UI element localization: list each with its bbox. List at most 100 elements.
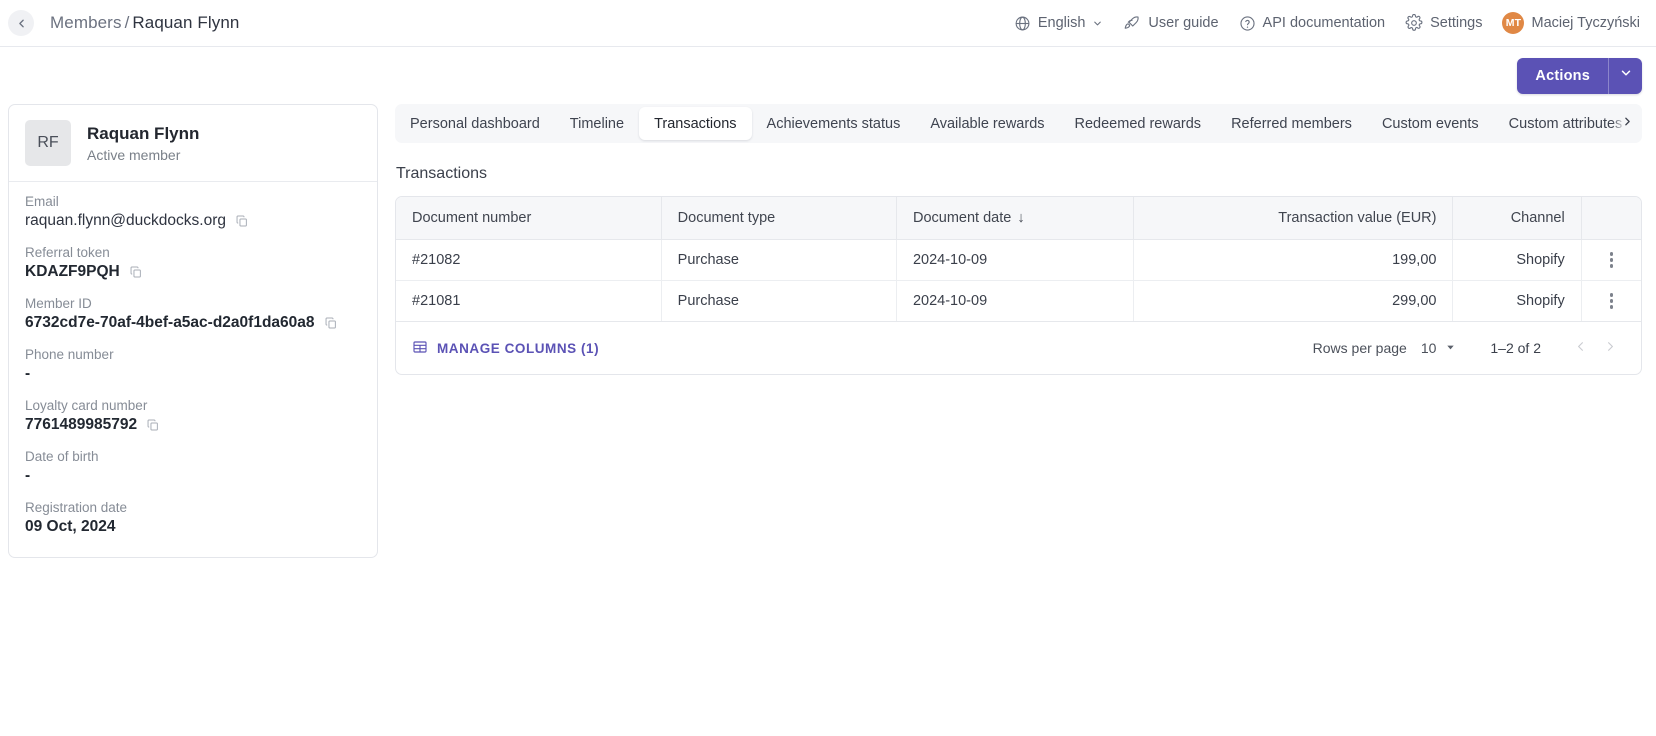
user-name: Maciej Tyczyński (1531, 15, 1640, 31)
language-label: English (1037, 14, 1086, 31)
field-value-row: - (25, 466, 361, 487)
page-body: RF Raquan Flynn Active member Email raqu… (0, 104, 1656, 559)
field-value-row: KDAZF9PQH (25, 262, 361, 283)
breadcrumb-parent[interactable]: Members (50, 13, 122, 32)
column-header-transaction-value[interactable]: Transaction value (EUR) (1133, 197, 1454, 240)
tab-personal-dashboard[interactable]: Personal dashboard (395, 107, 555, 140)
user-guide-link[interactable]: User guide (1113, 8, 1228, 38)
breadcrumb-current: Raquan Flynn (132, 13, 240, 32)
breadcrumb: Members / Raquan Flynn (50, 13, 239, 33)
rows-per-page-value: 10 (1420, 340, 1437, 356)
actions-dropdown-toggle[interactable] (1608, 57, 1642, 94)
column-header-actions (1581, 197, 1641, 240)
field-value: - (25, 364, 31, 382)
column-header-document-type[interactable]: Document type (661, 197, 897, 240)
field-value: 6732cd7e-70af-4bef-a5ac-d2a0f1da60a8 (25, 313, 315, 331)
gear-icon (1405, 14, 1423, 32)
user-menu[interactable]: MT Maciej Tyczyński (1492, 8, 1642, 38)
manage-columns-label: MANAGE COLUMNS (1) (437, 340, 600, 356)
breadcrumb-separator: / (124, 13, 130, 32)
cell-document-date: 2024-10-09 (896, 280, 1134, 322)
tab-redeemed-rewards[interactable]: Redeemed rewards (1060, 107, 1217, 140)
rows-per-page-label: Rows per page (1312, 340, 1407, 356)
cell-channel: Shopify (1452, 239, 1582, 281)
field-value-row: 09 Oct, 2024 (25, 517, 361, 538)
tab-available-rewards[interactable]: Available rewards (915, 107, 1059, 140)
kebab-menu-icon[interactable] (1598, 252, 1625, 268)
tab-timeline[interactable]: Timeline (555, 107, 639, 140)
cell-row-actions[interactable] (1581, 280, 1641, 322)
cell-document-number: #21081 (396, 280, 662, 322)
actions-button[interactable]: Actions (1517, 58, 1608, 94)
field-label: Loyalty card number (25, 397, 148, 413)
field-date-of-birth: Date of birth - (25, 449, 361, 487)
rows-per-page-select[interactable]: 10 (1421, 340, 1457, 356)
field-email: Email raquan.flynn@duckdocks.org (25, 194, 361, 232)
copy-icon[interactable] (324, 316, 338, 330)
member-name: Raquan Flynn (87, 124, 200, 144)
table-columns-icon (412, 339, 428, 358)
table-header-row: Document number Document type Document d… (396, 197, 1641, 240)
language-selector[interactable]: English (1004, 8, 1114, 38)
page-title: Transactions (396, 165, 487, 182)
pagination-range: 1–2 of 2 (1490, 340, 1541, 356)
sort-descending-icon: ↓ (1017, 210, 1025, 226)
table-row[interactable]: #21081 Purchase 2024-10-09 299,00 Shopif… (396, 280, 1641, 322)
field-label: Phone number (25, 346, 114, 362)
transactions-table: Document number Document type Document d… (396, 197, 1641, 322)
cell-document-number: #21082 (396, 239, 662, 281)
cell-document-type: Purchase (661, 280, 897, 322)
copy-icon[interactable] (129, 265, 143, 279)
column-header-document-number[interactable]: Document number (396, 197, 662, 240)
tab-list: Personal dashboard Timeline Transactions… (395, 104, 1642, 143)
chevron-down-icon (1092, 18, 1103, 29)
transactions-table-card: Document number Document type Document d… (395, 196, 1642, 375)
actions-button-group: Actions (1517, 57, 1642, 94)
action-bar: Actions (0, 47, 1656, 104)
cell-document-type: Purchase (661, 239, 897, 281)
column-header-document-date[interactable]: Document date ↓ (896, 197, 1134, 240)
field-label: Email (25, 194, 59, 209)
chevron-left-icon (1573, 339, 1588, 357)
next-page-button[interactable] (1595, 333, 1625, 363)
manage-columns-button[interactable]: MANAGE COLUMNS (1) (412, 339, 599, 358)
back-button[interactable] (8, 10, 34, 36)
top-bar-right: English User guide API documentation Set… (1004, 8, 1642, 38)
pagination: Rows per page 10 1–2 of 2 (1313, 333, 1625, 363)
cell-row-actions[interactable] (1581, 239, 1641, 281)
settings-link[interactable]: Settings (1395, 8, 1492, 38)
main-panel: Personal dashboard Timeline Transactions… (395, 104, 1642, 375)
field-value-row: raquan.flynn@duckdocks.org (25, 211, 361, 232)
table-row[interactable]: #21082 Purchase 2024-10-09 199,00 Shopif… (396, 239, 1641, 281)
field-value: - (25, 466, 31, 484)
avatar: MT (1502, 12, 1525, 34)
tab-referred-members[interactable]: Referred members (1216, 107, 1367, 140)
cell-channel: Shopify (1452, 280, 1582, 322)
user-guide-label: User guide (1148, 14, 1219, 31)
tab-custom-events[interactable]: Custom events (1367, 107, 1494, 140)
field-value: KDAZF9PQH (25, 262, 120, 280)
kebab-menu-icon[interactable] (1598, 293, 1625, 309)
member-avatar: RF (25, 120, 71, 166)
tabs-scroll-right-button[interactable] (1612, 104, 1642, 143)
chevron-left-icon (15, 17, 28, 30)
previous-page-button[interactable] (1565, 333, 1595, 363)
copy-icon[interactable] (235, 214, 249, 228)
api-documentation-label: API documentation (1262, 14, 1386, 31)
member-info-card: RF Raquan Flynn Active member Email raqu… (8, 104, 378, 559)
tab-achievements-status[interactable]: Achievements status (752, 107, 916, 140)
field-referral-token: Referral token KDAZF9PQH (25, 245, 361, 283)
top-bar: Members / Raquan Flynn English User guide … (0, 0, 1656, 47)
copy-icon[interactable] (146, 418, 160, 432)
question-circle-icon (1239, 15, 1256, 32)
column-header-label: Document date (912, 210, 1012, 226)
chevron-right-icon (1621, 115, 1634, 133)
field-label: Member ID (25, 295, 92, 311)
field-value: raquan.flynn@duckdocks.org (25, 212, 226, 229)
tab-bar: Personal dashboard Timeline Transactions… (395, 104, 1642, 143)
table-footer: MANAGE COLUMNS (1) Rows per page 10 1–2 … (396, 322, 1641, 374)
settings-label: Settings (1430, 14, 1483, 31)
tab-transactions[interactable]: Transactions (639, 107, 752, 140)
api-documentation-link[interactable]: API documentation (1229, 8, 1396, 38)
column-header-channel[interactable]: Channel (1452, 197, 1582, 240)
